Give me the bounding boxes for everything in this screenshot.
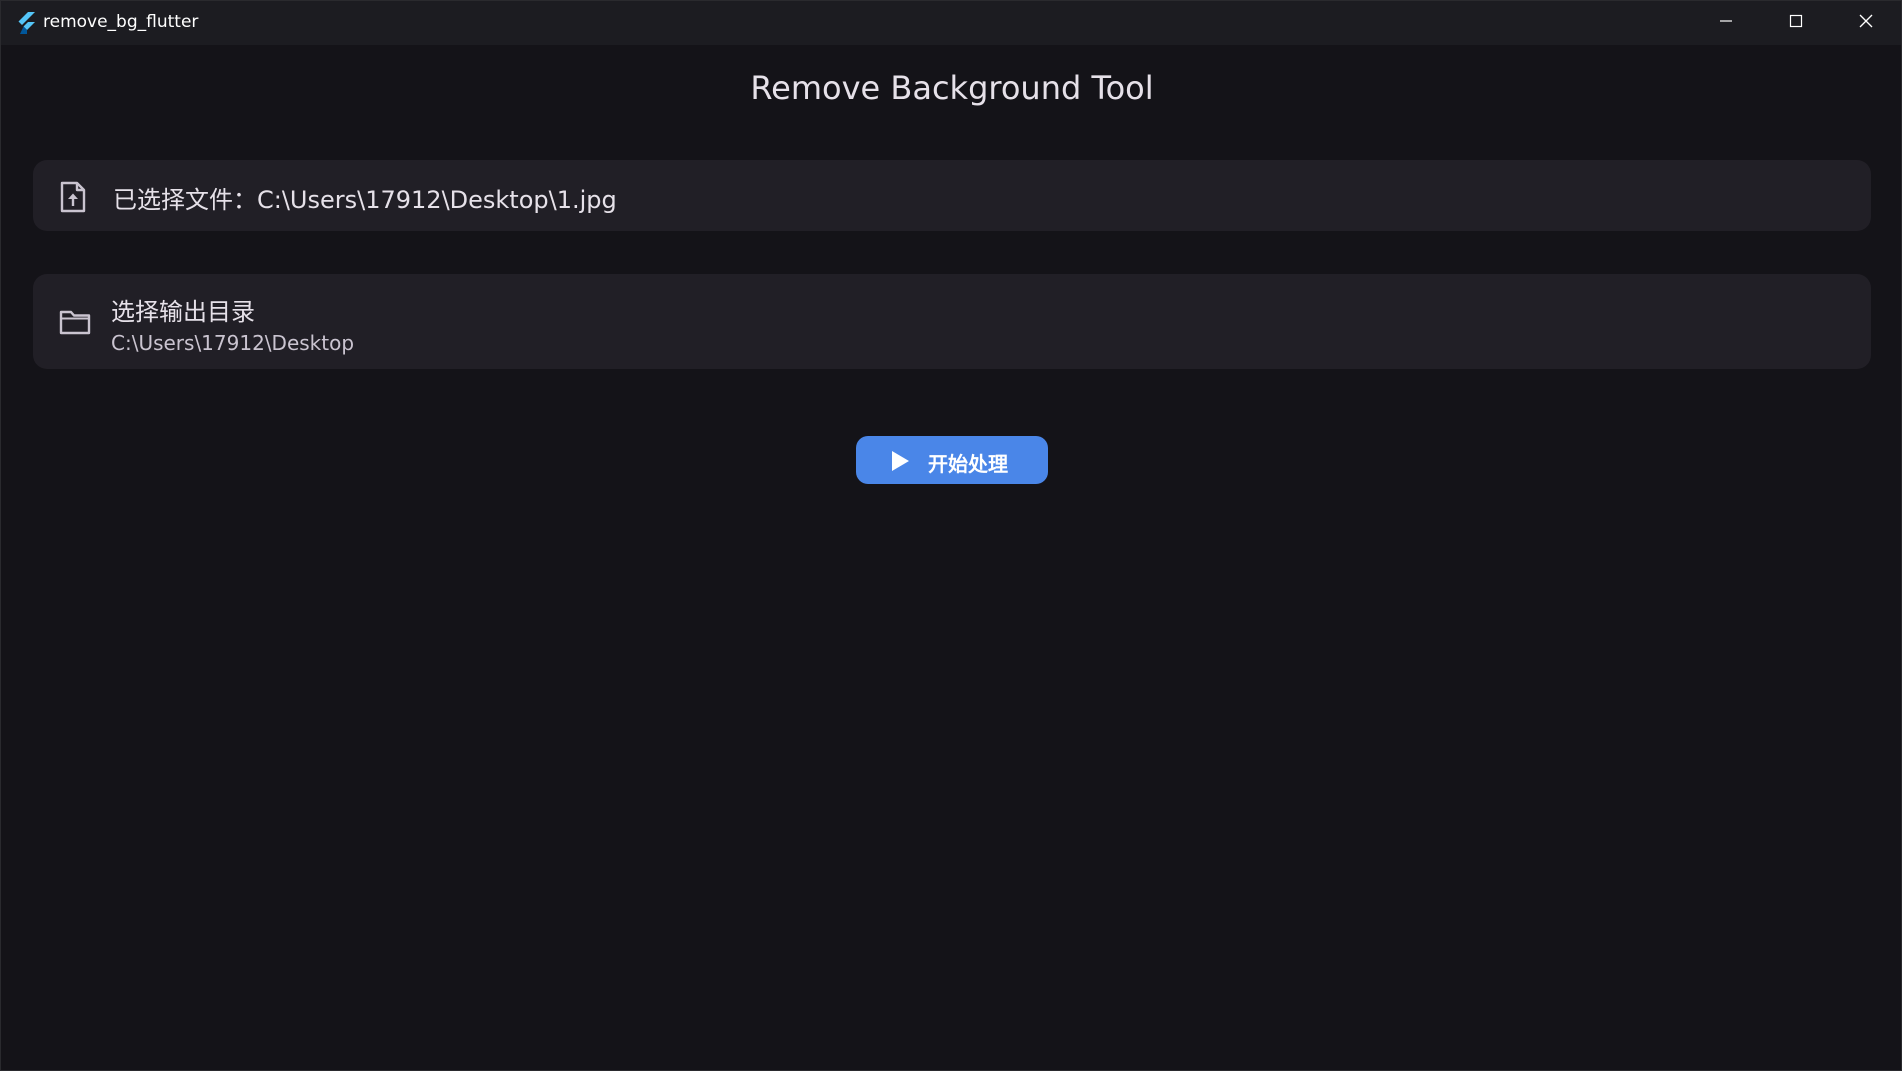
start-processing-button[interactable]: 开始处理 [856, 436, 1048, 484]
play-icon [890, 450, 910, 475]
app-window: remove_bg_flutter Remove Background Tool [0, 0, 1902, 1071]
title-bar[interactable]: remove_bg_flutter [1, 1, 1901, 45]
maximize-button[interactable] [1761, 1, 1831, 45]
start-processing-label: 开始处理 [928, 452, 1008, 476]
selected-file-text: 已选择文件：C:\Users\17912\Desktop\1.jpg [113, 186, 617, 214]
output-directory-card[interactable]: 选择输出目录 C:\Users\17912\Desktop [33, 274, 1871, 369]
flutter-logo-icon [16, 12, 36, 34]
maximize-icon [1788, 13, 1804, 33]
minimize-icon [1718, 13, 1734, 33]
window-title: remove_bg_flutter [43, 12, 199, 32]
output-directory-path: C:\Users\17912\Desktop [111, 331, 355, 355]
close-icon [1858, 13, 1874, 33]
minimize-button[interactable] [1691, 1, 1761, 45]
file-upload-icon [59, 181, 87, 217]
selected-file-card[interactable]: 已选择文件：C:\Users\17912\Desktop\1.jpg [33, 160, 1871, 231]
output-directory-title: 选择输出目录 [111, 298, 255, 326]
page-title: Remove Background Tool [750, 69, 1154, 107]
folder-icon [59, 309, 91, 339]
close-button[interactable] [1831, 1, 1901, 45]
